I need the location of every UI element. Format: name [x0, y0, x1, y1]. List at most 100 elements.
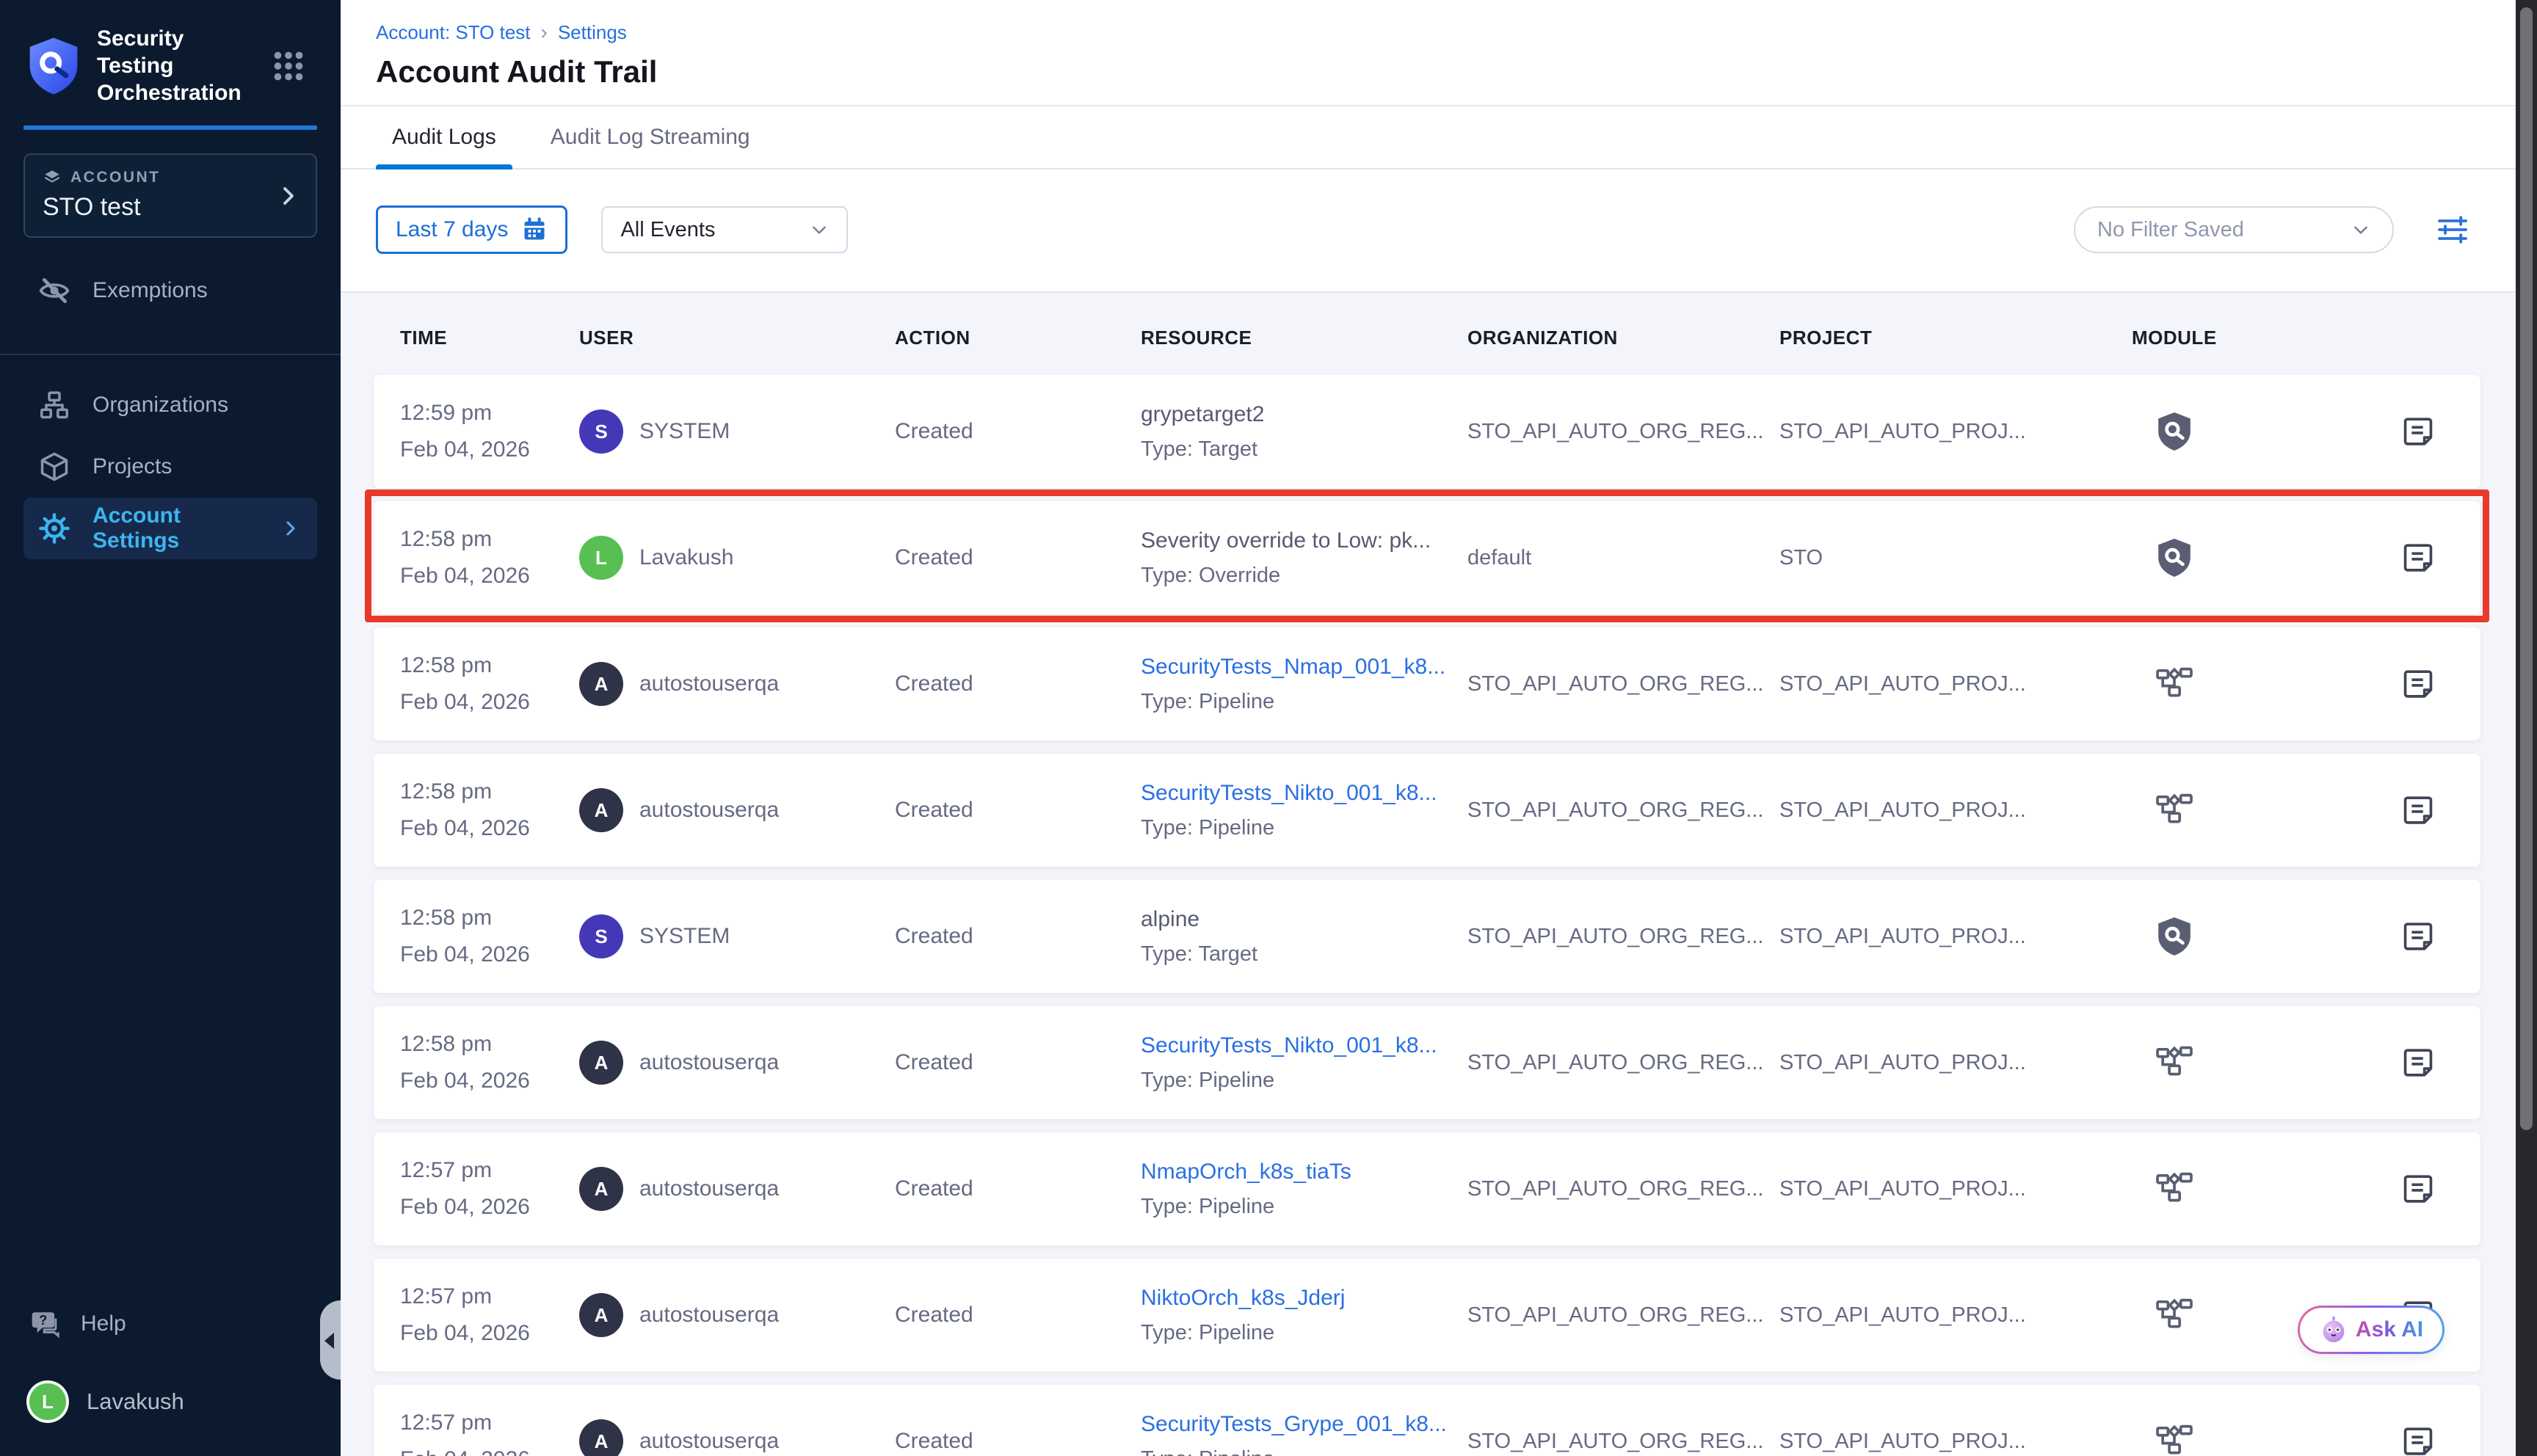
table-row[interactable]: 12:58 pm Feb 04, 2026 S SYSTEM Created a… — [374, 880, 2480, 993]
help-button[interactable]: ? Help — [0, 1297, 341, 1350]
sidebar-item-label: Exemptions — [92, 278, 208, 303]
ask-ai-label: Ask AI — [2356, 1317, 2423, 1342]
row-user: A autostouserqa — [579, 662, 895, 706]
resource-name: SecurityTests_Nikto_001_k8... — [1141, 1035, 1467, 1057]
user-name: Lavakush — [87, 1388, 184, 1415]
row-notes[interactable] — [2356, 415, 2480, 448]
account-label: ACCOUNT — [70, 169, 161, 186]
resource-type: Type: Pipeline — [1141, 818, 1467, 839]
module-grid-icon[interactable] — [273, 51, 304, 81]
ask-ai-button[interactable]: Ask AI — [2298, 1306, 2445, 1354]
resource-name: alpine — [1141, 909, 1467, 931]
row-organization: STO_API_AUTO_ORG_REG... — [1467, 1177, 1779, 1201]
sidebar-item-account-settings[interactable]: Account Settings — [23, 498, 317, 559]
help-chat-icon: ? — [29, 1308, 62, 1340]
table-row[interactable]: 12:58 pm Feb 04, 2026 A autostouserqa Cr… — [374, 1006, 2480, 1119]
events-filter-value: All Events — [620, 218, 715, 242]
row-resource: Severity override to Low: pk... Type: Ov… — [1141, 530, 1467, 586]
row-notes[interactable] — [2356, 793, 2480, 827]
user-avatar: A — [579, 1293, 623, 1337]
row-time: 12:58 pm Feb 04, 2026 — [374, 528, 579, 587]
sidebar-item-projects[interactable]: Projects — [23, 436, 317, 498]
user-avatar: A — [579, 1167, 623, 1211]
user-avatar: L — [26, 1380, 69, 1423]
date-range-label: Last 7 days — [396, 217, 508, 242]
row-organization: STO_API_AUTO_ORG_REG... — [1467, 1303, 1779, 1328]
row-notes[interactable] — [2356, 1424, 2480, 1456]
row-notes[interactable] — [2356, 541, 2480, 575]
table-row[interactable]: 12:58 pm Feb 04, 2026 L Lavakush Created… — [374, 501, 2480, 614]
resource-name: SecurityTests_Nikto_001_k8... — [1141, 782, 1467, 804]
row-project: STO_API_AUTO_PROJ... — [1779, 798, 2132, 823]
row-time: 12:57 pm Feb 04, 2026 — [374, 1412, 579, 1456]
collapse-sidebar-handle[interactable] — [320, 1300, 341, 1380]
table-row[interactable]: 12:57 pm Feb 04, 2026 A autostouserqa Cr… — [374, 1259, 2480, 1372]
row-time: 12:58 pm Feb 04, 2026 — [374, 907, 579, 966]
breadcrumb-settings-link[interactable]: Settings — [558, 21, 627, 44]
row-time: 12:58 pm Feb 04, 2026 — [374, 1033, 579, 1092]
row-resource: NmapOrch_k8s_tiaTs Type: Pipeline — [1141, 1161, 1467, 1217]
row-notes[interactable] — [2356, 1046, 2480, 1080]
row-notes[interactable] — [2356, 1172, 2480, 1206]
breadcrumb-account-link[interactable]: Account: STO test — [376, 21, 531, 44]
row-action: Created — [895, 419, 1141, 444]
row-organization: STO_API_AUTO_ORG_REG... — [1467, 1051, 1779, 1075]
module-icon — [2155, 1295, 2193, 1335]
resource-type: Type: Target — [1141, 944, 1467, 965]
module-icon — [2155, 1169, 2193, 1209]
module-icon — [2155, 790, 2193, 830]
date-range-button[interactable]: Last 7 days — [376, 205, 567, 254]
resource-type: Type: Pipeline — [1141, 1322, 1467, 1344]
svg-text:?: ? — [39, 1312, 47, 1328]
row-notes[interactable] — [2356, 667, 2480, 701]
account-name: STO test — [43, 193, 264, 222]
ai-bot-icon — [2319, 1315, 2348, 1344]
row-time: 12:57 pm Feb 04, 2026 — [374, 1286, 579, 1344]
row-user: A autostouserqa — [579, 1419, 895, 1456]
row-module — [2132, 664, 2356, 704]
app-logo-row: Security Testing Orchestration — [0, 0, 341, 106]
row-action: Created — [895, 1429, 1141, 1454]
tab-audit-logs[interactable]: Audit Logs — [376, 106, 512, 168]
saved-filter-select[interactable]: No Filter Saved — [2074, 206, 2394, 253]
scrollbar-thumb[interactable] — [2520, 7, 2533, 1130]
eye-off-icon — [38, 274, 70, 307]
layers-icon — [43, 168, 62, 187]
column-header-user: USER — [579, 327, 895, 349]
row-project: STO_API_AUTO_PROJ... — [1779, 672, 2132, 696]
user-name-label: autostouserqa — [639, 1429, 779, 1454]
row-user: A autostouserqa — [579, 1041, 895, 1085]
tab-audit-log-streaming[interactable]: Audit Log Streaming — [534, 106, 766, 168]
user-name-label: SYSTEM — [639, 924, 730, 949]
row-project: STO_API_AUTO_PROJ... — [1779, 1051, 2132, 1075]
notes-icon — [2401, 667, 2435, 701]
row-organization: STO_API_AUTO_ORG_REG... — [1467, 1430, 1779, 1454]
table-row[interactable]: 12:57 pm Feb 04, 2026 A autostouserqa Cr… — [374, 1385, 2480, 1456]
sto-shield-logo-icon — [26, 37, 81, 95]
row-user: L Lavakush — [579, 536, 895, 580]
user-menu[interactable]: L Lavakush — [0, 1375, 341, 1428]
row-resource: grypetarget2 Type: Target — [1141, 404, 1467, 460]
sidebar-item-exemptions[interactable]: Exemptions — [23, 260, 317, 321]
calendar-icon — [521, 216, 548, 243]
sidebar-item-organizations[interactable]: Organizations — [23, 374, 317, 436]
row-notes[interactable] — [2356, 920, 2480, 953]
events-filter-select[interactable]: All Events — [601, 206, 848, 253]
module-icon — [2155, 1043, 2193, 1082]
table-row[interactable]: 12:59 pm Feb 04, 2026 S SYSTEM Created g… — [374, 375, 2480, 488]
breadcrumb: Account: STO test › Settings — [376, 21, 2516, 44]
row-user: A autostouserqa — [579, 788, 895, 832]
row-organization: default — [1467, 546, 1779, 570]
row-module — [2132, 917, 2356, 956]
row-organization: STO_API_AUTO_ORG_REG... — [1467, 420, 1779, 444]
filter-sliders-icon[interactable] — [2435, 212, 2470, 247]
row-resource: NiktoOrch_k8s_Jderj Type: Pipeline — [1141, 1287, 1467, 1344]
account-selector[interactable]: ACCOUNT STO test — [23, 153, 317, 238]
table-row[interactable]: 12:57 pm Feb 04, 2026 A autostouserqa Cr… — [374, 1132, 2480, 1245]
notes-icon — [2401, 1172, 2435, 1206]
scrollbar-track[interactable] — [2516, 0, 2537, 1456]
resource-type: Type: Pipeline — [1141, 1070, 1467, 1091]
user-avatar: L — [579, 536, 623, 580]
table-row[interactable]: 12:58 pm Feb 04, 2026 A autostouserqa Cr… — [374, 627, 2480, 740]
table-row[interactable]: 12:58 pm Feb 04, 2026 A autostouserqa Cr… — [374, 754, 2480, 867]
